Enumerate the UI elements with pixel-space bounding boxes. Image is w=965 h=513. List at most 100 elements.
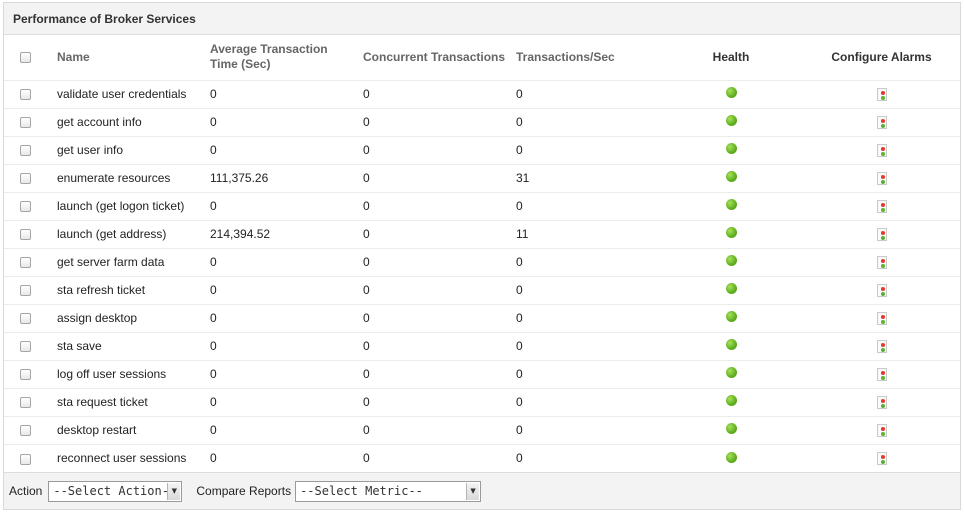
row-select-cell xyxy=(4,360,48,389)
service-name: sta refresh ticket xyxy=(48,276,203,305)
select-all-checkbox[interactable] xyxy=(20,52,31,64)
row-select-cell xyxy=(4,248,48,277)
column-header-name[interactable]: Name xyxy=(48,35,203,81)
health-cell xyxy=(659,136,803,165)
configure-alarm-icon[interactable] xyxy=(876,200,887,214)
row-checkbox[interactable] xyxy=(20,397,31,409)
row-checkbox[interactable] xyxy=(20,229,31,241)
configure-alarm-icon[interactable] xyxy=(876,284,887,298)
alarm-cell xyxy=(803,192,960,221)
select-all-cell xyxy=(4,35,48,81)
table-footer: Action --Select Action-- ▼ Compare Repor… xyxy=(4,472,960,509)
service-name: enumerate resources xyxy=(48,164,203,193)
avg-transaction-time: 0 xyxy=(203,276,356,305)
health-cell xyxy=(659,248,803,277)
avg-transaction-time: 0 xyxy=(203,108,356,137)
compare-metric-select[interactable]: --Select Metric-- ▼ xyxy=(295,480,482,502)
table-row: get user info 0 0 0 xyxy=(4,136,960,165)
alarm-cell xyxy=(803,276,960,305)
table-row: assign desktop 0 0 0 xyxy=(4,304,960,333)
alarm-cell xyxy=(803,108,960,137)
table-row: desktop restart 0 0 0 xyxy=(4,416,960,445)
row-checkbox[interactable] xyxy=(20,257,31,269)
action-select-value: --Select Action-- xyxy=(53,484,177,498)
row-select-cell xyxy=(4,332,48,361)
health-status-icon xyxy=(725,395,737,407)
row-select-cell xyxy=(4,108,48,137)
table-row: launch (get address) 214,394.52 0 11 xyxy=(4,220,960,249)
health-cell xyxy=(659,304,803,333)
table-row: sta request ticket 0 0 0 xyxy=(4,388,960,417)
column-header-avg-time[interactable]: Average Transaction Time (Sec) xyxy=(203,35,356,81)
row-select-cell xyxy=(4,416,48,445)
health-status-icon xyxy=(725,143,737,155)
action-select[interactable]: --Select Action-- ▼ xyxy=(48,480,183,502)
row-checkbox[interactable] xyxy=(20,341,31,353)
row-checkbox[interactable] xyxy=(20,117,31,129)
avg-transaction-time: 0 xyxy=(210,451,217,466)
row-checkbox[interactable] xyxy=(20,173,31,185)
dropdown-arrow-icon: ▼ xyxy=(167,482,181,500)
avg-transaction-time: 0 xyxy=(203,332,356,361)
service-name: assign desktop xyxy=(48,304,203,333)
row-checkbox[interactable] xyxy=(20,313,31,325)
service-name: get account info xyxy=(48,108,203,137)
column-header-alarms: Configure Alarms xyxy=(803,35,960,81)
row-checkbox[interactable] xyxy=(20,145,31,157)
concurrent-transactions: 0 xyxy=(356,332,509,361)
configure-alarm-icon[interactable] xyxy=(876,424,887,438)
health-cell xyxy=(659,332,803,361)
row-select-cell xyxy=(4,444,48,472)
row-checkbox[interactable] xyxy=(20,201,31,213)
column-header-tps[interactable]: Transactions/Sec xyxy=(509,35,659,81)
concurrent-transactions: 0 xyxy=(356,192,509,221)
configure-alarm-icon[interactable] xyxy=(876,340,887,354)
row-select-cell xyxy=(4,164,48,193)
transactions-per-sec: 0 xyxy=(509,136,659,165)
concurrent-transactions: 0 xyxy=(356,220,509,249)
alarm-cell xyxy=(803,416,960,445)
panel-title: Performance of Broker Services xyxy=(4,3,960,35)
row-checkbox[interactable] xyxy=(20,285,31,297)
column-header-concurrent[interactable]: Concurrent Transactions xyxy=(356,35,509,81)
table-body: validate user credentials 0 0 0 get account … xyxy=(4,80,960,472)
configure-alarm-icon[interactable] xyxy=(876,88,887,102)
avg-transaction-time: 0 xyxy=(203,192,356,221)
health-status-icon xyxy=(725,171,737,183)
transactions-per-sec: 0 xyxy=(509,80,659,109)
service-name: get user info xyxy=(48,136,203,165)
row-checkbox[interactable] xyxy=(20,425,31,437)
concurrent-transactions: 0 xyxy=(356,80,509,109)
avg-transaction-time: 0 xyxy=(203,388,356,417)
table-row: reconnect user sessions 0 0 0 xyxy=(4,444,960,472)
row-checkbox[interactable] xyxy=(20,369,31,381)
row-checkbox[interactable] xyxy=(20,89,31,101)
health-status-icon xyxy=(725,283,737,295)
configure-alarm-icon[interactable] xyxy=(876,312,887,326)
configure-alarm-icon[interactable] xyxy=(876,396,887,410)
configure-alarm-icon[interactable] xyxy=(876,256,887,270)
avg-transaction-time: 214,394.52 xyxy=(203,220,356,249)
alarm-cell xyxy=(803,444,960,472)
configure-alarm-icon[interactable] xyxy=(876,172,887,186)
concurrent-transactions: 0 xyxy=(363,451,370,466)
configure-alarm-icon[interactable] xyxy=(876,228,887,242)
configure-alarm-icon[interactable] xyxy=(876,368,887,382)
health-cell xyxy=(659,108,803,137)
health-cell xyxy=(659,80,803,109)
dropdown-arrow-icon: ▼ xyxy=(466,482,480,500)
transactions-per-sec: 0 xyxy=(509,108,659,137)
alarm-cell xyxy=(803,164,960,193)
configure-alarm-icon[interactable] xyxy=(876,452,887,466)
configure-alarm-icon[interactable] xyxy=(876,116,887,130)
table-row: sta save 0 0 0 xyxy=(4,332,960,361)
alarm-cell xyxy=(803,220,960,249)
health-status-icon xyxy=(725,255,737,267)
service-name: launch (get address) xyxy=(48,220,203,249)
alarm-cell xyxy=(803,80,960,109)
health-cell xyxy=(659,192,803,221)
column-header-health: Health xyxy=(659,35,803,81)
configure-alarm-icon[interactable] xyxy=(876,144,887,158)
transactions-per-sec: 0 xyxy=(509,276,659,305)
row-checkbox[interactable] xyxy=(20,453,31,465)
